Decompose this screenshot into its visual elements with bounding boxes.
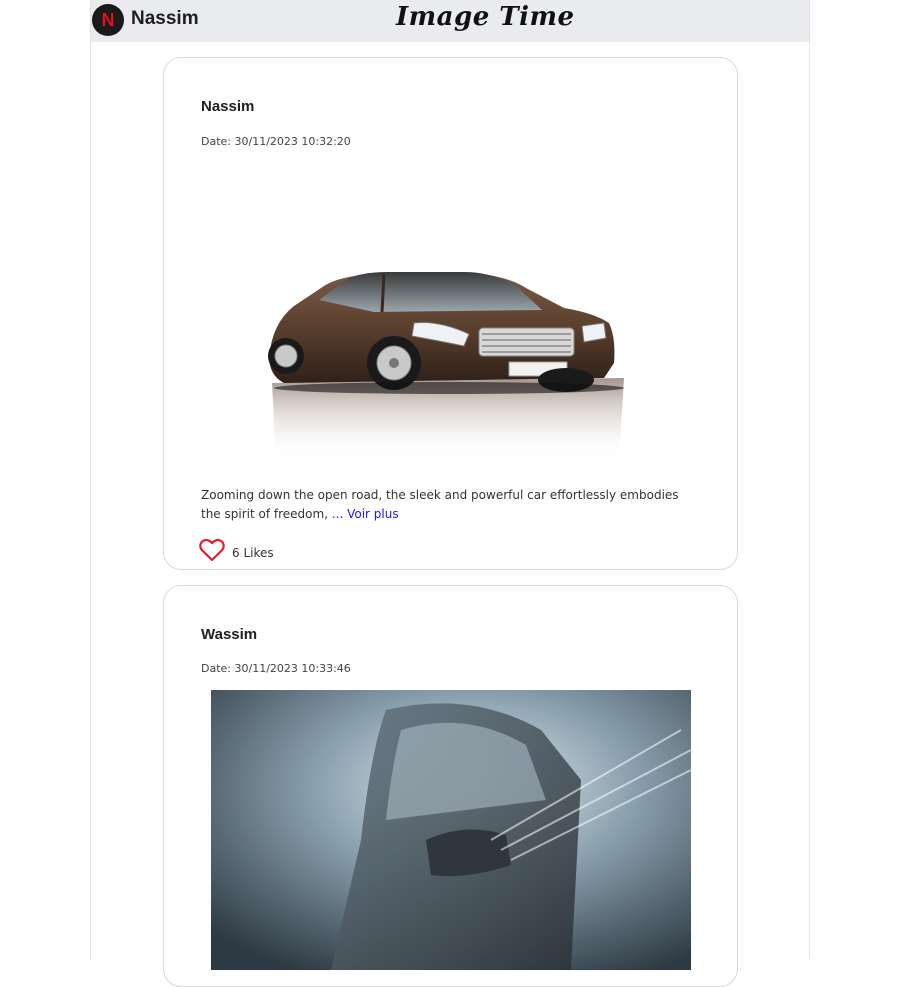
post-author: Wassim <box>201 626 258 643</box>
avatar-letter: N <box>101 9 115 30</box>
post-author: Nassim <box>201 98 255 115</box>
description-text: Zooming down the open road, the sleek an… <box>201 488 679 521</box>
post-date: Date: 30/11/2023 10:33:46 <box>201 662 351 675</box>
like-count: 6 Likes <box>232 546 274 560</box>
post-image <box>268 272 624 460</box>
post-date: Date: 30/11/2023 10:32:20 <box>201 135 351 148</box>
brand-logo: Image Time <box>396 2 575 32</box>
avatar[interactable]: N <box>92 4 124 36</box>
username[interactable]: Nassim <box>131 8 199 30</box>
post-description: Zooming down the open road, the sleek an… <box>201 486 691 524</box>
page-frame: N Nassim Image Time Nassim Date: 30/11/2… <box>90 0 810 987</box>
post-card: Wassim Date: 30/11/2023 10:33:46 <box>163 585 738 987</box>
post-image <box>211 690 691 970</box>
top-bar: N Nassim Image Time <box>91 0 809 42</box>
heart-icon[interactable] <box>199 538 225 562</box>
post-card: Nassim Date: 30/11/2023 10:32:20 Zooming… <box>163 57 738 570</box>
see-more-link[interactable]: ... Voir plus <box>332 507 399 521</box>
